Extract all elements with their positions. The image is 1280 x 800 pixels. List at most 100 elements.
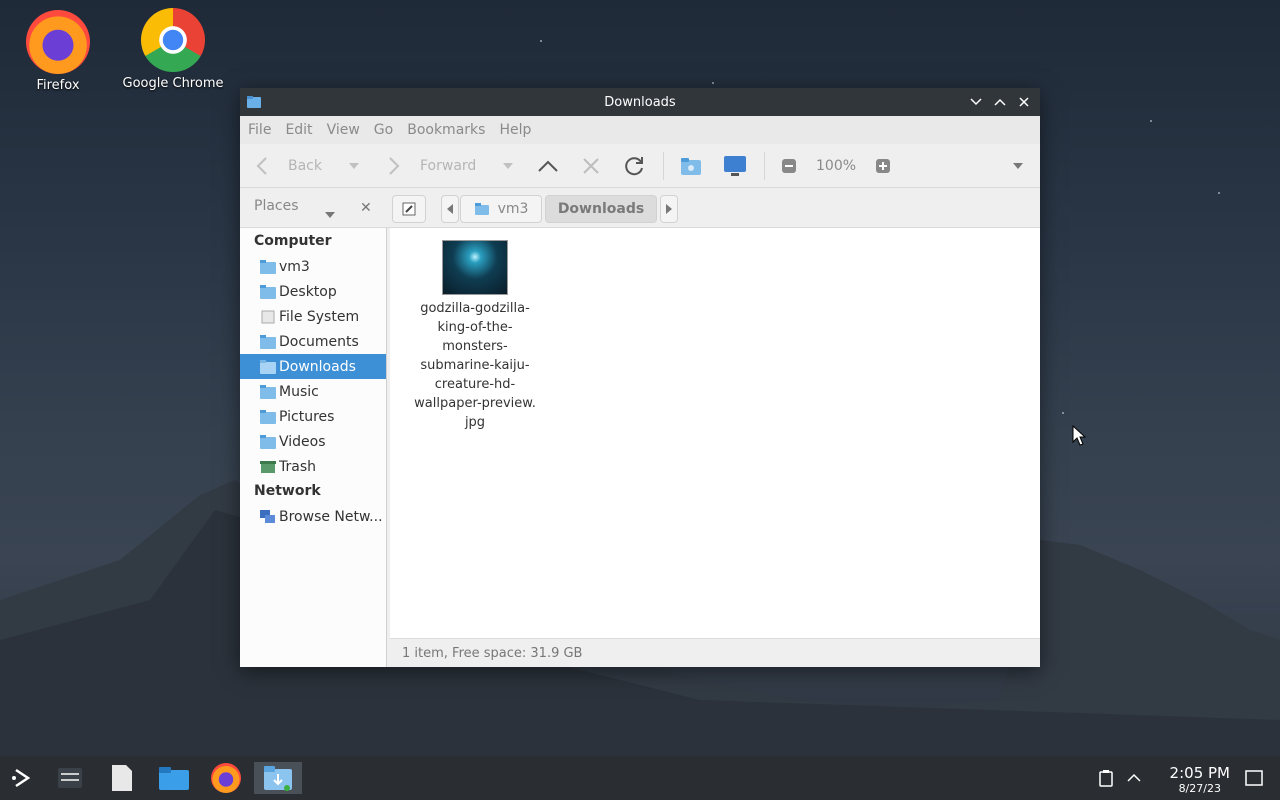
music-folder-icon bbox=[260, 384, 276, 399]
text-editor-button[interactable] bbox=[106, 762, 138, 794]
sidebar-item-vm3[interactable]: vm3 bbox=[240, 254, 386, 279]
downloads-window-task[interactable] bbox=[254, 762, 302, 794]
document-icon bbox=[112, 765, 132, 791]
sidebar-item-label: Trash bbox=[279, 458, 316, 475]
sidebar-item-pictures[interactable]: Pictures bbox=[240, 404, 386, 429]
show-desktop-button[interactable] bbox=[1242, 762, 1266, 794]
sidebar-item-music[interactable]: Music bbox=[240, 379, 386, 404]
show-desktop-icon bbox=[1245, 770, 1263, 786]
close-icon bbox=[1019, 97, 1029, 107]
menu-bookmarks[interactable]: Bookmarks bbox=[407, 122, 485, 138]
toolbar: Back Forward 100% bbox=[240, 144, 1040, 188]
desktop-folder-icon bbox=[260, 284, 276, 299]
back-button[interactable]: Back bbox=[256, 144, 322, 188]
image-thumbnail bbox=[442, 240, 508, 295]
chevron-left-icon bbox=[256, 157, 267, 175]
crumb-vm3[interactable]: vm3 bbox=[460, 195, 542, 223]
sidebar-item-downloads[interactable]: Downloads bbox=[240, 354, 386, 379]
digital-clock[interactable]: 2:05 PM 8/27/23 bbox=[1170, 764, 1230, 795]
maximize-button[interactable] bbox=[992, 92, 1008, 112]
sidebar-item-desktop[interactable]: Desktop bbox=[240, 279, 386, 304]
zoom-in-button[interactable] bbox=[875, 144, 891, 188]
mouse-cursor-icon bbox=[1072, 425, 1086, 446]
sidebar-item-label: Downloads bbox=[279, 358, 356, 375]
crumb-label: vm3 bbox=[497, 201, 529, 217]
places-dropdown[interactable] bbox=[324, 204, 336, 223]
desktop-icon-label: Google Chrome bbox=[122, 76, 224, 91]
crumb-scroll-right[interactable] bbox=[660, 195, 678, 223]
forward-button[interactable]: Forward bbox=[388, 144, 476, 188]
zoom-in-icon bbox=[876, 159, 890, 173]
menu-file[interactable]: File bbox=[248, 122, 271, 138]
file-item[interactable]: godzilla-godzilla- king-of-the- monsters… bbox=[410, 240, 540, 432]
desktop-icon-label: Firefox bbox=[36, 78, 80, 93]
home-button[interactable] bbox=[680, 144, 702, 188]
file-view[interactable]: godzilla-godzilla- king-of-the- monsters… bbox=[390, 228, 1040, 638]
firefox-launcher[interactable] bbox=[208, 762, 244, 794]
menu-edit[interactable]: Edit bbox=[285, 122, 312, 138]
sidebar-heading-network: Network bbox=[254, 483, 321, 499]
toolbar-overflow-dropdown[interactable] bbox=[1012, 144, 1024, 188]
computer-icon bbox=[724, 156, 746, 176]
toolbar-separator bbox=[663, 152, 664, 180]
close-sidebar-button[interactable]: ✕ bbox=[360, 200, 372, 216]
caret-left-icon bbox=[447, 204, 453, 214]
taskbar: 2:05 PM 8/27/23 bbox=[0, 756, 1280, 800]
sidebar-item-documents[interactable]: Documents bbox=[240, 329, 386, 354]
status-bar: 1 item, Free space: 31.9 GB bbox=[390, 638, 1040, 667]
close-button[interactable] bbox=[1016, 92, 1032, 112]
up-button[interactable] bbox=[537, 144, 559, 188]
stop-button[interactable] bbox=[582, 144, 600, 188]
clipboard-icon bbox=[1099, 770, 1113, 787]
places-label: Places bbox=[254, 198, 299, 214]
launcher-icon bbox=[12, 768, 31, 788]
computer-button[interactable] bbox=[723, 144, 747, 188]
crumb-scroll-left[interactable] bbox=[441, 195, 459, 223]
task-manager-button[interactable] bbox=[54, 762, 86, 794]
chevron-up-icon bbox=[994, 98, 1006, 106]
system-tray-expander[interactable] bbox=[1124, 762, 1144, 794]
drive-icon bbox=[261, 310, 275, 323]
desktop-icon-google-chrome[interactable]: Google Chrome bbox=[118, 8, 228, 91]
caret-down-icon bbox=[1013, 163, 1023, 169]
downloads-folder-icon bbox=[260, 359, 276, 374]
file-manager-window: Downloads File Edit View Go Bookmarks He… bbox=[240, 88, 1040, 667]
sidebar-heading-computer: Computer bbox=[254, 233, 332, 249]
caret-down-icon bbox=[503, 163, 513, 169]
sidebar-item-label: vm3 bbox=[279, 258, 310, 275]
window-titlebar[interactable]: Downloads bbox=[240, 88, 1040, 116]
desktop-icon-firefox[interactable]: Firefox bbox=[3, 10, 113, 93]
sidebar-item-browse-network[interactable]: Browse Netw... bbox=[240, 504, 386, 529]
trash-icon bbox=[260, 460, 276, 473]
sidebar-item-label: Browse Netw... bbox=[279, 508, 383, 525]
sidebar-item-label: Desktop bbox=[279, 283, 337, 300]
sidebar-item-label: Music bbox=[279, 383, 319, 400]
menu-help[interactable]: Help bbox=[499, 122, 531, 138]
reload-button[interactable] bbox=[622, 144, 646, 188]
application-launcher-button[interactable] bbox=[6, 762, 38, 794]
clipboard-tray-icon[interactable] bbox=[1096, 762, 1116, 794]
edit-path-button[interactable] bbox=[392, 195, 426, 223]
arrow-up-icon bbox=[538, 160, 558, 172]
network-icon bbox=[260, 509, 275, 523]
zoom-out-button[interactable] bbox=[781, 144, 797, 188]
sidebar-item-trash[interactable]: Trash bbox=[240, 454, 386, 479]
sidebar-item-videos[interactable]: Videos bbox=[240, 429, 386, 454]
menu-bar: File Edit View Go Bookmarks Help bbox=[240, 116, 1040, 144]
home-folder-icon bbox=[474, 203, 489, 215]
file-manager-launcher[interactable] bbox=[156, 762, 192, 794]
sidebar-item-label: Videos bbox=[279, 433, 326, 450]
menu-view[interactable]: View bbox=[327, 122, 360, 138]
sidebar-item-file-system[interactable]: File System bbox=[240, 304, 386, 329]
menu-go[interactable]: Go bbox=[374, 122, 393, 138]
minimize-button[interactable] bbox=[968, 92, 984, 112]
zoom-level: 100% bbox=[816, 158, 857, 174]
chrome-icon bbox=[141, 8, 205, 72]
documents-folder-icon bbox=[260, 334, 276, 349]
sidebar-item-label: Pictures bbox=[279, 408, 335, 425]
edit-icon bbox=[402, 202, 416, 216]
back-history-dropdown[interactable] bbox=[348, 144, 360, 188]
forward-history-dropdown[interactable] bbox=[502, 144, 514, 188]
crumb-downloads[interactable]: Downloads bbox=[545, 195, 657, 223]
caret-right-icon bbox=[666, 204, 672, 214]
